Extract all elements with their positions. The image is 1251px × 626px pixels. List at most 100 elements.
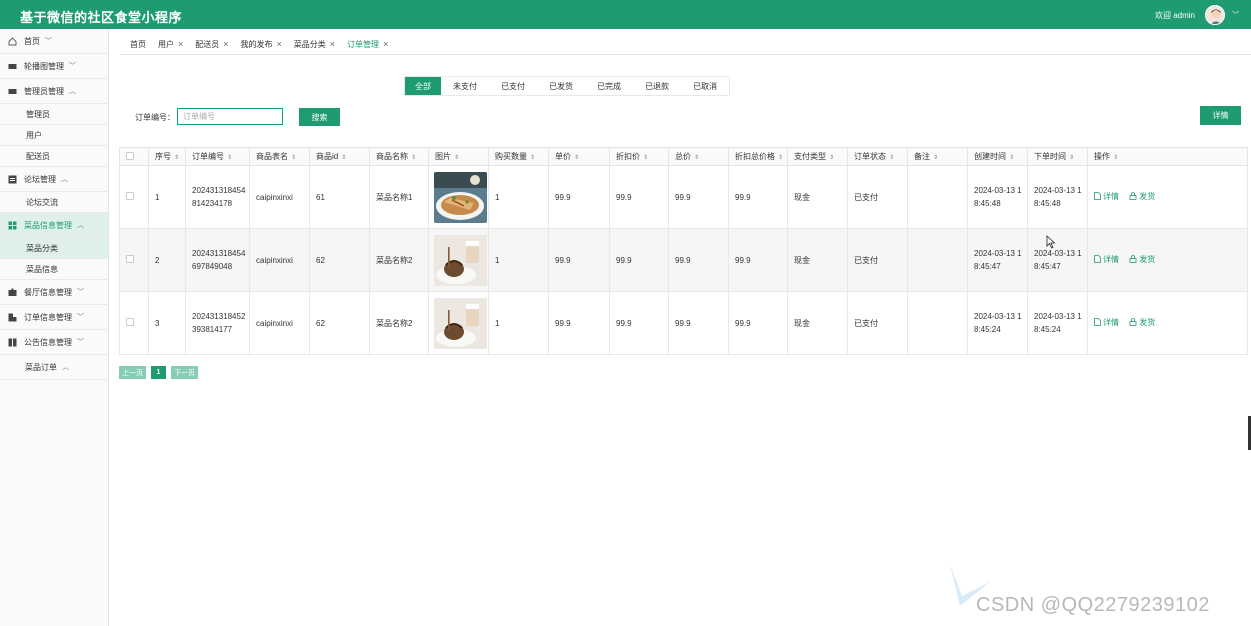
chevron-down-icon[interactable]: ﹀ <box>1232 10 1239 20</box>
cell-note <box>907 165 968 229</box>
sidebar-item-home[interactable]: 首页 ﹀ <box>0 29 108 54</box>
sidebar-subitem-forum-exchange[interactable]: 论坛交流 <box>0 192 108 213</box>
row-ship-button[interactable]: 发货 <box>1129 253 1155 266</box>
cell-pay-type: 现金 <box>787 291 848 355</box>
select-all-checkbox[interactable] <box>126 151 134 160</box>
row-checkbox[interactable] <box>126 254 134 263</box>
col-header[interactable]: 创建时间 ⇕ <box>967 147 1028 166</box>
sidebar-item-dish-info[interactable]: 菜品信息管理 ︿ <box>0 213 108 238</box>
col-header[interactable]: 单价 ⇕ <box>548 147 610 166</box>
dish-image <box>434 234 487 286</box>
status-completed-button[interactable]: 已完成 <box>585 77 633 95</box>
cell-table: caipinxinxi <box>249 228 310 292</box>
sidebar-item-dish-orders[interactable]: 菜品订单 ︿ <box>0 355 108 380</box>
col-header[interactable]: 折扣价 ⇕ <box>609 147 669 166</box>
row-ship-button[interactable]: 发货 <box>1129 316 1155 329</box>
search-button[interactable]: 搜索 <box>299 108 340 126</box>
cell-ordered: 2024-03-13 18:45:48 <box>1027 165 1088 229</box>
col-header[interactable]: 订单编号 ⇕ <box>185 147 250 166</box>
cell-price: 99.9 <box>548 228 610 292</box>
cell-created: 2024-03-13 18:45:24 <box>967 291 1028 355</box>
select-all-checkbox-cell[interactable] <box>119 147 149 166</box>
cell-status: 已支付 <box>847 291 908 355</box>
col-header[interactable]: 支付类型 ⇕ <box>787 147 848 166</box>
prev-page-button[interactable]: 上一页 <box>119 366 146 379</box>
col-header[interactable]: 购买数量 ⇕ <box>488 147 549 166</box>
cell-image <box>428 291 489 355</box>
cell-actions: 详情 发货 <box>1087 228 1248 292</box>
col-header[interactable]: 操作 ⇕ <box>1087 147 1248 166</box>
watermark: CSDN @QQ2279239102 <box>976 594 1210 616</box>
col-header[interactable]: 下单时间 ⇕ <box>1027 147 1088 166</box>
status-paid-button[interactable]: 已支付 <box>489 77 537 95</box>
sidebar-subitem-couriers[interactable]: 配送员 <box>0 146 108 167</box>
cell-price: 99.9 <box>548 165 610 229</box>
col-header[interactable]: 图片 ⇕ <box>428 147 489 166</box>
cell-pay-type: 现金 <box>787 165 848 229</box>
sidebar-subitem-admins[interactable]: 管理员 <box>0 104 108 125</box>
tab-my-posts[interactable]: 我的发布 × <box>241 39 282 50</box>
sidebar-item-order[interactable]: 订单信息管理 ﹀ <box>0 305 108 330</box>
sidebar-item-notice[interactable]: 公告信息管理 ﹀ <box>0 330 108 355</box>
table-row: 2 202431318454697849048 caipinxinxi 62 菜… <box>119 228 1248 292</box>
status-all-button[interactable]: 全部 <box>405 77 441 95</box>
close-icon[interactable]: × <box>178 39 183 49</box>
cell-discount: 99.9 <box>609 165 669 229</box>
table-row: 1 202431318454814234178 caipinxinxi 61 菜… <box>119 165 1248 229</box>
tab-users[interactable]: 用户 × <box>158 39 183 50</box>
tab-couriers[interactable]: 配送员 × <box>195 39 228 50</box>
col-header[interactable]: 商品id ⇕ <box>309 147 370 166</box>
cell-table: caipinxinxi <box>249 165 310 229</box>
sidebar-subitem-dish-info[interactable]: 菜品信息 <box>0 259 108 280</box>
cell-no: 1 <box>148 165 186 229</box>
detail-button[interactable]: 详情 <box>1200 106 1241 125</box>
close-icon[interactable]: × <box>383 39 388 49</box>
welcome-text: 欢迎 admin <box>1154 11 1195 20</box>
sort-icon: ⇕ <box>174 155 180 161</box>
sidebar-item-admin[interactable]: 管理员管理 ︿ <box>0 79 108 104</box>
pagination: 上一页 1 下一页 <box>119 366 198 379</box>
row-checkbox[interactable] <box>126 191 134 200</box>
document-icon <box>1094 192 1101 201</box>
row-detail-button[interactable]: 详情 <box>1094 316 1119 329</box>
cell-pay-type: 现金 <box>787 228 848 292</box>
sidebar-item-carousel[interactable]: 轮播图管理 ﹀ <box>0 54 108 79</box>
dish-image <box>434 171 487 223</box>
close-icon[interactable]: × <box>277 39 282 49</box>
next-page-button[interactable]: 下一页 <box>171 366 198 379</box>
close-icon[interactable]: × <box>330 39 335 49</box>
cell-created: 2024-03-13 18:45:48 <box>967 165 1028 229</box>
col-header[interactable]: 折扣总价格 ⇕ <box>728 147 788 166</box>
status-unpaid-button[interactable]: 未支付 <box>441 77 489 95</box>
sidebar-subitem-users[interactable]: 用户 <box>0 125 108 146</box>
col-header[interactable]: 序号 ⇕ <box>148 147 186 166</box>
notice-icon <box>8 338 17 347</box>
order-icon <box>8 313 17 322</box>
col-header[interactable]: 商品表名 ⇕ <box>249 147 310 166</box>
order-no-input[interactable] <box>177 108 283 125</box>
avatar[interactable] <box>1205 5 1225 25</box>
sidebar-item-restaurant[interactable]: 餐厅信息管理 ﹀ <box>0 280 108 305</box>
tab-order-management[interactable]: 订单管理 × <box>347 39 388 50</box>
cell-qty: 1 <box>488 291 549 355</box>
carousel-icon <box>8 62 17 71</box>
page-number-button[interactable]: 1 <box>151 366 166 379</box>
col-header[interactable]: 订单状态 ⇕ <box>847 147 908 166</box>
close-icon[interactable]: × <box>223 39 228 49</box>
status-shipped-button[interactable]: 已发货 <box>537 77 585 95</box>
row-ship-button[interactable]: 发货 <box>1129 190 1155 203</box>
col-header[interactable]: 备注 ⇕ <box>907 147 968 166</box>
col-header[interactable]: 总价 ⇕ <box>668 147 729 166</box>
status-refunded-button[interactable]: 已退款 <box>633 77 681 95</box>
col-header[interactable]: 商品名称 ⇕ <box>369 147 429 166</box>
tab-home[interactable]: 首页 <box>120 39 146 50</box>
sidebar-subitem-dish-category[interactable]: 菜品分类 <box>0 238 108 259</box>
cell-qty: 1 <box>488 165 549 229</box>
row-detail-button[interactable]: 详情 <box>1094 253 1119 266</box>
row-checkbox[interactable] <box>126 317 134 326</box>
sidebar-item-forum[interactable]: 论坛管理 ︿ <box>0 167 108 192</box>
row-detail-button[interactable]: 详情 <box>1094 190 1119 203</box>
status-cancelled-button[interactable]: 已取消 <box>681 77 729 95</box>
tab-dish-category[interactable]: 菜品分类 × <box>294 39 335 50</box>
document-icon <box>1094 318 1101 327</box>
